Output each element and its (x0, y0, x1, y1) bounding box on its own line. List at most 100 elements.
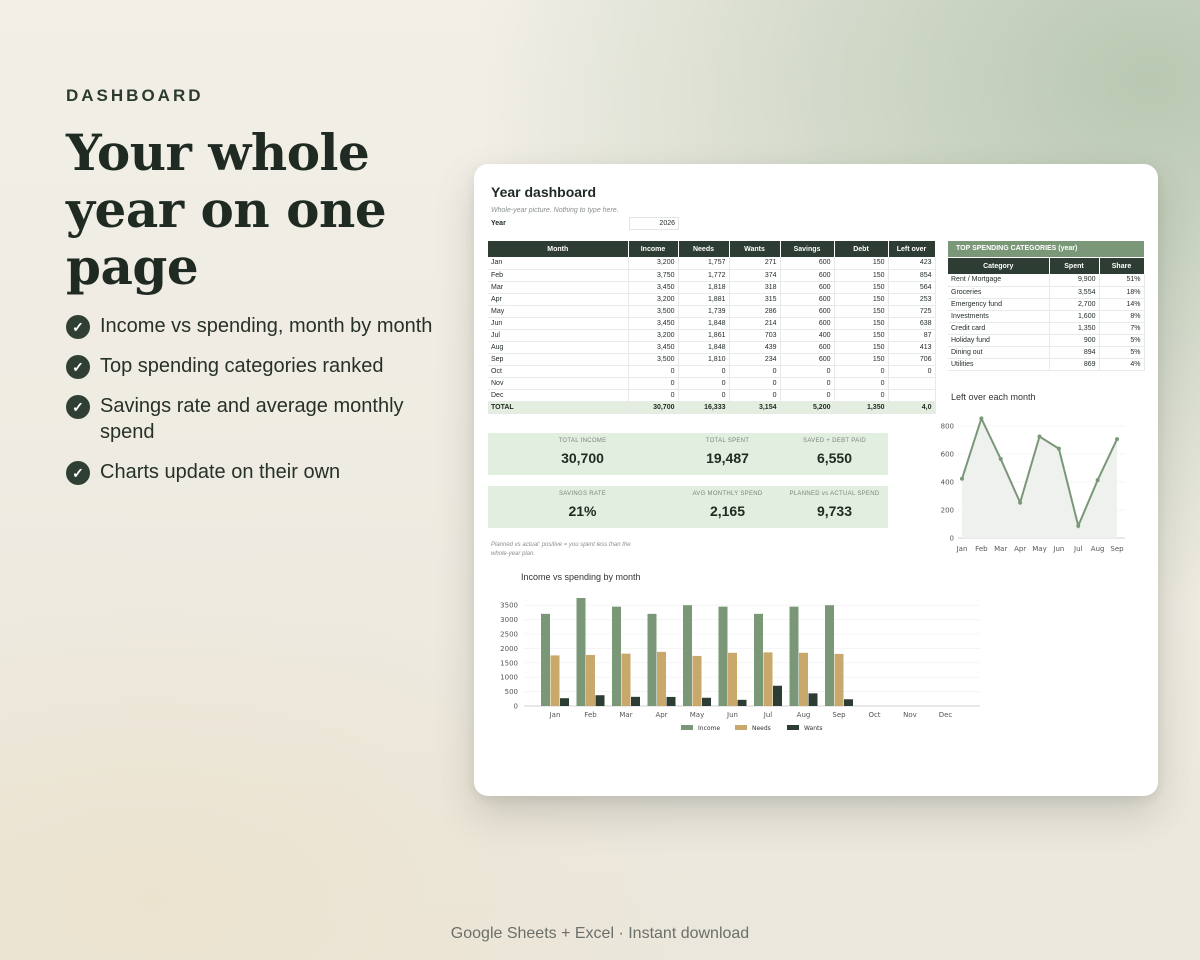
table-cell: 600 (780, 281, 835, 294)
table-cell: 0 (678, 377, 730, 390)
table-cell: 3,450 (628, 341, 679, 354)
data-point (1037, 434, 1042, 439)
table-cell: 150 (834, 317, 889, 330)
table-cell: 1,848 (678, 341, 730, 354)
total-cell: 4,0 (888, 401, 936, 414)
legend-swatch (735, 725, 747, 730)
total-row: TOTAL 30,700 16,333 3,154 5,200 1,350 4,0 (488, 401, 936, 414)
data-point (1018, 500, 1023, 505)
check-icon: ✓ (66, 395, 90, 419)
table-cell: 253 (888, 293, 936, 306)
category-cell: Holiday fund (948, 334, 1050, 347)
footer-tagline: Google Sheets + Excel · Instant download (450, 925, 750, 942)
category-row: Groceries 3,554 18% (948, 286, 1145, 299)
kpi-row-2: SAVINGS RATE 21% AVG MONTHLY SPEND 2,165 P… (488, 486, 888, 528)
table-row: Sep 3,500 1,810 234 600 150 706 (488, 353, 936, 366)
table-header-row: Month Income Needs Wants Savings Debt Left ove… (488, 241, 936, 257)
table-cell: 0 (780, 389, 835, 402)
category-cell: Emergency fund (948, 298, 1050, 311)
category-cell: 894 (1049, 346, 1100, 359)
feature-item: ✓ Charts update on their own (66, 459, 446, 485)
bar-wants (702, 697, 711, 706)
sheet-title: Year dashboard (491, 184, 597, 200)
feature-list: ✓ Income vs spending, month by month ✓ Top… (66, 313, 446, 485)
table-cell: May (488, 305, 629, 318)
category-column-header: Category (948, 258, 1050, 274)
bar-needs (799, 652, 808, 706)
table-row: Jan 3,200 1,757 271 600 150 423 (488, 257, 936, 270)
category-cell: Groceries (948, 286, 1050, 299)
table-cell: 150 (834, 353, 889, 366)
sheet-subtitle: Whole-year picture. Nothing to type here… (491, 207, 619, 214)
category-cell: 5% (1099, 334, 1145, 347)
bar-wants (844, 699, 853, 706)
table-cell: 0 (834, 389, 889, 402)
x-tick-label: Feb (975, 545, 988, 553)
table-cell: 600 (780, 269, 835, 282)
kpi-total-income: TOTAL INCOME 30,700 (516, 433, 649, 466)
table-cell: 423 (888, 257, 936, 270)
bar-income (754, 613, 763, 706)
table-cell (888, 389, 936, 402)
table-cell: 400 (780, 329, 835, 342)
category-cell: Dining out (948, 346, 1050, 359)
category-cell: Rent / Mortgage (948, 274, 1050, 287)
column-header: Income (628, 241, 679, 257)
y-tick-label: 3000 (500, 616, 518, 624)
table-cell: 150 (834, 293, 889, 306)
table-row: Feb 3,750 1,772 374 600 150 854 (488, 269, 936, 282)
category-cell: 9,900 (1049, 274, 1100, 287)
left-over-line-chart: Left over each month 0 200 400 600 800 Jan Feb M… (941, 392, 1125, 553)
table-cell: 3,200 (628, 329, 679, 342)
category-cell: Utilities (948, 358, 1050, 371)
chart-title: Income vs spending by month (521, 572, 641, 582)
kpi-value: 6,550 (816, 450, 853, 466)
y-tick-label: 2500 (500, 631, 518, 639)
bar-wants (631, 696, 640, 706)
headline: Your whole year on one page (66, 123, 387, 296)
categories-body: Rent / Mortgage 9,900 51% Groceries 3,554 18%… (948, 274, 1145, 371)
bar-wants (595, 695, 605, 706)
x-tick-label: May (1032, 545, 1046, 553)
y-tick-label: 500 (505, 688, 518, 696)
income-vs-spending-bar-chart: Income vs spending by month 0 500 1000 1500 2… (500, 572, 980, 732)
table-cell: 0 (628, 365, 679, 378)
table-cell: 150 (834, 281, 889, 294)
legend-label: Needs (752, 725, 771, 732)
feature-item: ✓ Savings rate and average monthly spend (66, 393, 446, 445)
table-row: Jun 3,450 1,848 214 600 150 638 (488, 317, 936, 330)
table-cell: 1,881 (678, 293, 730, 306)
table-cell: 3,500 (628, 305, 679, 318)
year-label: Year (491, 220, 506, 227)
data-point (1095, 478, 1100, 483)
feature-item: ✓ Income vs spending, month by month (66, 313, 446, 339)
monthly-table: Month Income Needs Wants Savings Debt Left ove… (488, 241, 936, 414)
table-cell: 234 (729, 353, 781, 366)
table-cell: 150 (834, 257, 889, 270)
bar-income (825, 605, 834, 706)
column-header: Wants (729, 241, 781, 257)
table-cell: 0 (888, 365, 936, 378)
category-row: Emergency fund 2,700 14% (948, 298, 1145, 311)
x-tick-label: Sep (1110, 545, 1124, 553)
x-tick-label: Jun (1052, 545, 1064, 553)
x-tick-label: Jan (549, 711, 561, 719)
category-cell: 14% (1099, 298, 1145, 311)
table-cell: 0 (678, 389, 730, 402)
table-cell: 214 (729, 317, 781, 330)
category-cell: 1,350 (1049, 322, 1100, 335)
total-cell: 5,200 (780, 401, 835, 414)
category-column-header: Spent (1049, 258, 1100, 274)
table-cell: 0 (729, 365, 781, 378)
year-input[interactable]: 2026 (629, 217, 679, 230)
table-cell: 1,861 (678, 329, 730, 342)
y-tick-label: 0 (950, 535, 954, 543)
column-header: Needs (678, 241, 730, 257)
table-row: Apr 3,200 1,881 315 600 150 253 (488, 293, 936, 306)
categories-title: TOP SPENDING CATEGORIES (year) (948, 241, 1144, 257)
table-row: Jul 3,200 1,861 703 400 150 87 (488, 329, 936, 342)
y-tick-label: 200 (941, 507, 954, 515)
legend-label: Wants (804, 725, 823, 732)
table-cell: 1,757 (678, 257, 730, 270)
table-cell (888, 377, 936, 390)
